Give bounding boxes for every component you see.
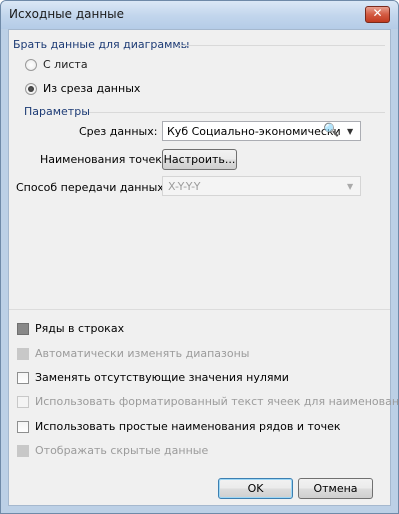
- params-group-divider: [89, 112, 385, 113]
- close-icon: ✕: [372, 6, 383, 20]
- radio-from-slice-label[interactable]: Из среза данных: [43, 82, 140, 95]
- checkbox-auto-ranges[interactable]: [17, 348, 29, 360]
- option-simple-names-label[interactable]: Использовать простые наименования рядов …: [35, 420, 341, 433]
- checkbox-formatted-text[interactable]: [17, 396, 29, 408]
- option-auto-ranges-label[interactable]: Автоматически изменять диапазоны: [35, 347, 250, 360]
- radio-from-sheet[interactable]: [25, 59, 37, 71]
- options-divider: [9, 309, 390, 310]
- checkbox-replace-missing[interactable]: [17, 372, 29, 384]
- configure-button[interactable]: Настроить...: [162, 149, 237, 170]
- chevron-down-icon[interactable]: ▼: [347, 127, 353, 136]
- params-group-label: Параметры: [24, 105, 90, 118]
- option-formatted-text-label[interactable]: Использовать форматированный текст ячеек…: [35, 395, 398, 408]
- checkbox-series-in-rows[interactable]: [17, 323, 29, 335]
- checkbox-hidden-data[interactable]: [17, 445, 29, 457]
- source-group-label: Брать данные для диаграммы: [13, 38, 190, 51]
- dialog-window: Исходные данные ✕ Брать данные для диагр…: [0, 0, 399, 514]
- option-replace-missing-label[interactable]: Заменять отсутствующие значения нулями: [35, 371, 289, 384]
- title-bar: Исходные данные ✕: [1, 1, 398, 29]
- transfer-label: Способ передачи данных:: [16, 181, 168, 194]
- close-button[interactable]: ✕: [365, 6, 390, 23]
- ok-button[interactable]: OK: [218, 478, 293, 499]
- dialog-body: Брать данные для диаграммы С листа Из ср…: [8, 29, 398, 506]
- option-hidden-data-label[interactable]: Отображать скрытые данные: [35, 444, 208, 457]
- slice-value: Куб Социально-экономически: [167, 125, 341, 138]
- cancel-button[interactable]: Отмена: [298, 478, 373, 499]
- radio-from-slice[interactable]: [25, 83, 37, 95]
- option-series-in-rows-label[interactable]: Ряды в строках: [35, 322, 124, 335]
- points-label: Наименования точек:: [40, 153, 166, 166]
- slice-label: Срез данных:: [79, 125, 158, 138]
- source-group-divider: [179, 45, 385, 46]
- checkbox-simple-names[interactable]: [17, 421, 29, 433]
- chevron-down-icon[interactable]: ▼: [347, 182, 353, 191]
- radio-from-sheet-label[interactable]: С листа: [43, 58, 88, 71]
- transfer-value: X-Y-Y-Y: [168, 180, 201, 193]
- transfer-combo[interactable]: X-Y-Y-Y ▼: [162, 176, 361, 196]
- search-icon[interactable]: 🔍: [323, 123, 339, 138]
- window-title: Исходные данные: [9, 7, 125, 21]
- slice-combo[interactable]: Куб Социально-экономически 🔍 ▼: [162, 121, 361, 141]
